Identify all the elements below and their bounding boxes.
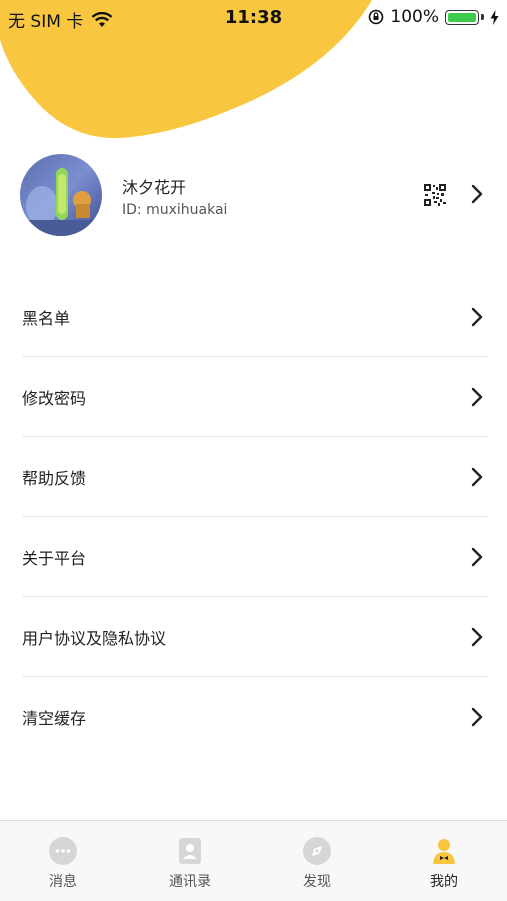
- chevron-right-icon[interactable]: [470, 183, 484, 205]
- menu-item-label: 修改密码: [22, 389, 87, 408]
- menu-item-clear-cache[interactable]: 清空缓存: [0, 677, 507, 757]
- menu-item-help-feedback[interactable]: 帮助反馈: [0, 437, 507, 517]
- tab-label: 通讯录: [169, 874, 211, 890]
- menu-item-user-agreement[interactable]: 用户协议及隐私协议: [0, 597, 507, 677]
- chevron-right-icon: [471, 307, 483, 327]
- settings-menu: 黑名单 修改密码 帮助反馈 关于平台 用户协议及隐私协议 清空缓存: [0, 277, 507, 757]
- profile-name: 沐夕花开: [122, 178, 187, 197]
- contacts-icon: [179, 838, 201, 864]
- menu-item-label: 黑名单: [22, 309, 71, 328]
- profile-icon: [433, 839, 455, 864]
- menu-item-about[interactable]: 关于平台: [0, 517, 507, 597]
- chevron-right-icon: [471, 627, 483, 647]
- tab-discover[interactable]: 发现: [254, 821, 380, 901]
- orientation-lock-icon: [369, 9, 384, 25]
- battery-percent: 100%: [390, 7, 439, 27]
- avatar[interactable]: [20, 154, 102, 236]
- tab-bar: 消息 通讯录 发现 我的: [0, 820, 507, 901]
- menu-item-blacklist[interactable]: 黑名单: [0, 277, 507, 357]
- profile-id: ID: muxihuakai: [122, 202, 228, 218]
- battery-icon: [445, 9, 479, 25]
- message-icon: [49, 837, 77, 865]
- chevron-right-icon: [471, 547, 483, 567]
- profile-card[interactable]: 沐夕花开 ID: muxihuakai: [0, 150, 507, 242]
- chevron-right-icon: [471, 387, 483, 407]
- charging-icon: [490, 9, 499, 25]
- tab-label: 发现: [303, 874, 331, 890]
- chevron-right-icon: [471, 467, 483, 487]
- menu-item-label: 帮助反馈: [22, 469, 87, 488]
- menu-item-label: 用户协议及隐私协议: [22, 629, 167, 648]
- qr-code-icon[interactable]: [424, 184, 446, 206]
- status-bar: 无 SIM 卡 11:38 100%: [0, 0, 507, 36]
- menu-item-label: 清空缓存: [22, 709, 87, 728]
- tab-contacts[interactable]: 通讯录: [127, 821, 253, 901]
- tab-messages[interactable]: 消息: [0, 821, 126, 901]
- discover-icon: [303, 837, 331, 865]
- menu-item-label: 关于平台: [22, 549, 87, 568]
- chevron-right-icon: [471, 707, 483, 727]
- tab-mine[interactable]: 我的: [381, 821, 507, 901]
- menu-item-change-password[interactable]: 修改密码: [0, 357, 507, 437]
- tab-label: 我的: [430, 874, 458, 890]
- tab-label: 消息: [49, 874, 77, 890]
